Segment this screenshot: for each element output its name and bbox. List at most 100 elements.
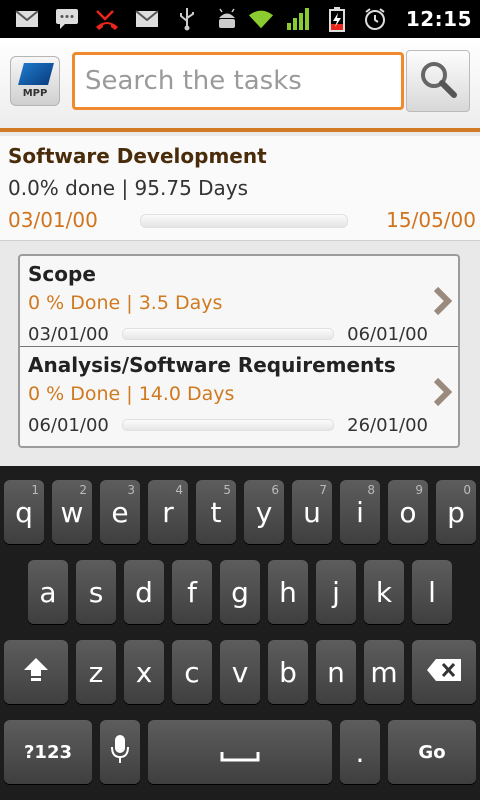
key-a[interactable]: a — [28, 560, 68, 624]
key-label: o — [399, 495, 417, 529]
key-m[interactable]: m — [364, 640, 404, 704]
microphone-icon — [110, 733, 130, 772]
project-start-date: 03/01/00 — [8, 208, 98, 232]
key-y[interactable]: y6 — [244, 480, 284, 544]
key-z[interactable]: z — [76, 640, 116, 704]
key-label: j — [332, 575, 340, 609]
key-label: p — [447, 495, 465, 529]
shift-icon — [22, 656, 50, 689]
key-hint: 7 — [319, 483, 327, 497]
gmail-icon — [134, 6, 160, 32]
search-button[interactable] — [406, 50, 470, 112]
key-label: g — [231, 575, 249, 609]
key-v[interactable]: v — [220, 640, 260, 704]
key-label: . — [355, 735, 365, 769]
soft-keyboard: q1 w2 e3 r4 t5 y6 u7 i8 o9 p0 a s d f g … — [0, 466, 480, 800]
key-hint: 1 — [31, 483, 39, 497]
key-q[interactable]: q1 — [4, 480, 44, 544]
app-logo[interactable]: MPP — [10, 56, 60, 106]
key-hint: 0 — [463, 483, 471, 497]
backspace-icon — [426, 656, 462, 689]
project-progress-bar — [140, 214, 348, 228]
key-f[interactable]: f — [172, 560, 212, 624]
key-label: y — [255, 495, 273, 529]
key-j[interactable]: j — [316, 560, 356, 624]
key-label: f — [187, 575, 197, 609]
signal-icon — [286, 6, 312, 32]
task-progress-text: 0 % Done | 14.0 Days — [28, 383, 235, 405]
key-k[interactable]: k — [364, 560, 404, 624]
task-name: Analysis/Software Requirements — [28, 353, 396, 377]
key-label: x — [135, 655, 153, 689]
task-list: Scope 0 % Done | 3.5 Days 03/01/00 06/01… — [18, 254, 460, 448]
task-progress-bar — [122, 419, 334, 431]
key-g[interactable]: g — [220, 560, 260, 624]
project-summary[interactable]: Software Development 0.0% done | 95.75 D… — [0, 136, 480, 241]
key-o[interactable]: o9 — [388, 480, 428, 544]
key-x[interactable]: x — [124, 640, 164, 704]
project-progress-text: 0.0% done | 95.75 Days — [8, 176, 249, 200]
key-label: v — [231, 655, 249, 689]
key-label: a — [39, 575, 57, 609]
key-hint: 8 — [367, 483, 375, 497]
key-label: d — [135, 575, 153, 609]
key-p[interactable]: p0 — [436, 480, 476, 544]
key-c[interactable]: c — [172, 640, 212, 704]
key-w[interactable]: w2 — [52, 480, 92, 544]
sms-icon — [54, 6, 80, 32]
key-label: s — [88, 575, 104, 609]
voice-input-key[interactable] — [100, 720, 140, 784]
symbols-key[interactable]: ?123 — [4, 720, 92, 784]
go-key[interactable]: Go — [388, 720, 476, 784]
key-hint: 2 — [79, 483, 87, 497]
key-label: e — [111, 495, 129, 529]
key-label: c — [184, 655, 200, 689]
key-l[interactable]: l — [412, 560, 452, 624]
clock-time: 12:15 — [405, 7, 472, 31]
key-r[interactable]: r4 — [148, 480, 188, 544]
task-item[interactable]: Scope 0 % Done | 3.5 Days 03/01/00 06/01… — [20, 256, 458, 346]
task-end-date: 26/01/00 — [347, 415, 428, 436]
usb-icon — [174, 6, 200, 32]
android-debug-icon — [214, 6, 240, 32]
key-label: m — [370, 655, 398, 689]
key-n[interactable]: n — [316, 640, 356, 704]
key-label: i — [356, 495, 364, 529]
wifi-icon — [248, 6, 274, 32]
key-label: l — [428, 575, 436, 609]
task-item[interactable]: Analysis/Software Requirements 0 % Done … — [20, 346, 458, 437]
period-key[interactable]: . — [340, 720, 380, 784]
chevron-right-icon[interactable] — [432, 286, 454, 316]
app-header: MPP — [0, 38, 480, 132]
status-bar: 12:15 — [0, 0, 480, 38]
key-hint: 9 — [415, 483, 423, 497]
key-hint: 5 — [223, 483, 231, 497]
key-hint: 6 — [271, 483, 279, 497]
key-t[interactable]: t5 — [196, 480, 236, 544]
task-progress-bar — [122, 328, 334, 340]
key-h[interactable]: h — [268, 560, 308, 624]
key-hint: 4 — [175, 483, 183, 497]
project-title: Software Development — [8, 144, 267, 168]
task-progress-text: 0 % Done | 3.5 Days — [28, 292, 223, 314]
space-key[interactable] — [148, 720, 332, 784]
key-s[interactable]: s — [76, 560, 116, 624]
chevron-right-icon[interactable] — [432, 377, 454, 407]
backspace-key[interactable] — [412, 640, 476, 704]
key-b[interactable]: b — [268, 640, 308, 704]
search-input[interactable] — [72, 52, 404, 110]
task-end-date: 06/01/00 — [347, 324, 428, 345]
key-e[interactable]: e3 — [100, 480, 140, 544]
key-d[interactable]: d — [124, 560, 164, 624]
key-u[interactable]: u7 — [292, 480, 332, 544]
key-i[interactable]: i8 — [340, 480, 380, 544]
task-start-date: 03/01/00 — [28, 324, 109, 345]
project-end-date: 15/05/00 — [386, 208, 476, 232]
key-label: ?123 — [23, 741, 72, 763]
key-label: b — [279, 655, 297, 689]
shift-key[interactable] — [4, 640, 68, 704]
key-label: n — [327, 655, 345, 689]
battery-charging-icon — [324, 6, 350, 32]
key-label: t — [210, 495, 222, 529]
search-icon — [418, 59, 458, 103]
